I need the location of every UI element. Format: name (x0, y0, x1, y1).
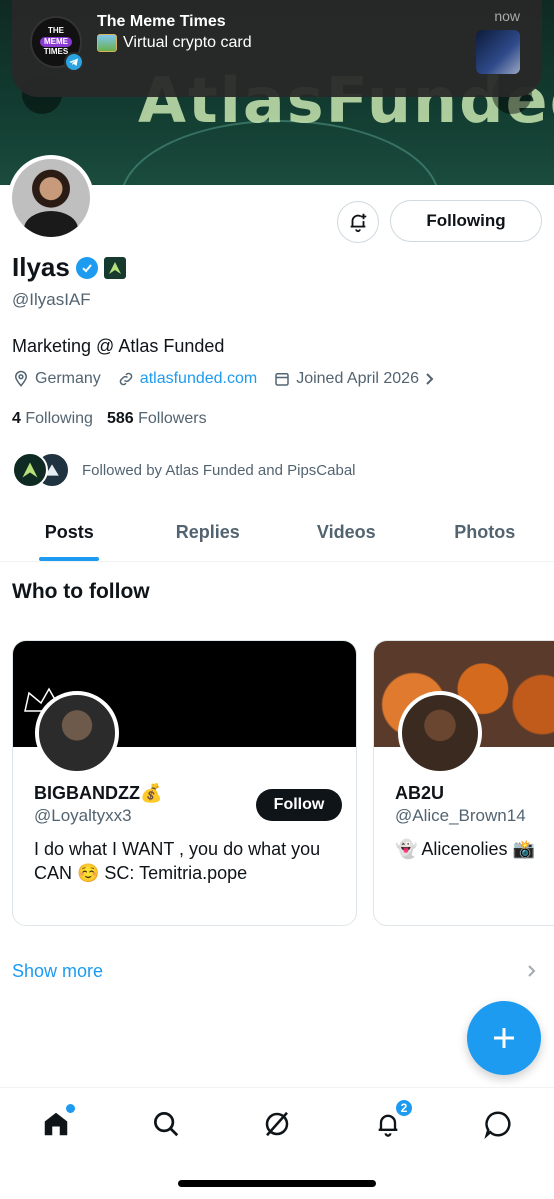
joined-item[interactable]: Joined April 2026 (273, 370, 436, 388)
home-unread-dot (66, 1104, 75, 1113)
bell-plus-icon (350, 213, 367, 233)
home-icon (44, 1112, 68, 1136)
card-bio: I do what I WANT , you do what you CAN ☺… (34, 839, 321, 883)
card-handle: @Loyaltyxx3 (34, 806, 132, 825)
location-pin-icon (14, 370, 28, 387)
notification-body: Virtual crypto card (97, 34, 252, 52)
followed-by[interactable]: Followed by Atlas Funded and PipsCabal (12, 452, 356, 488)
plus-icon (494, 1028, 514, 1048)
tab-label: Posts (44, 522, 94, 542)
grok-icon (265, 1111, 289, 1137)
profile-avatar[interactable] (8, 155, 94, 241)
message-icon (484, 1111, 511, 1139)
notifications-subscribe-button[interactable] (337, 201, 379, 243)
search-icon (154, 1112, 179, 1137)
tab-photos[interactable]: Photos (416, 508, 554, 561)
card-avatar[interactable] (398, 691, 482, 775)
nav-notifications[interactable]: 2 (370, 1098, 414, 1142)
affiliate-badge-icon[interactable] (103, 256, 126, 279)
home-indicator (178, 1180, 376, 1187)
location-item: Germany (12, 370, 101, 388)
who-to-follow-title: Who to follow (12, 580, 150, 603)
following-button[interactable]: Following (390, 200, 542, 242)
framed-picture-icon (97, 34, 117, 52)
profile-name-row: Ilyas (12, 252, 126, 283)
tab-posts[interactable]: Posts (0, 508, 139, 561)
notification-title: The Meme Times (97, 13, 226, 30)
suggested-user-card[interactable]: BIGBANDZZ💰 @Loyaltyxx3 Follow I do what … (12, 640, 357, 926)
avatar-image (12, 159, 90, 237)
nav-grok[interactable] (259, 1106, 295, 1142)
chevron-right-icon[interactable] (526, 963, 538, 984)
joined-text: Joined April 2026 (296, 370, 419, 387)
notification-body-text: Virtual crypto card (123, 34, 252, 51)
following-count[interactable]: 4 Following (12, 410, 93, 428)
link-icon (119, 372, 133, 386)
compose-button[interactable] (467, 1001, 541, 1075)
follow-button[interactable]: Follow (256, 789, 342, 821)
nav-search[interactable] (148, 1106, 184, 1142)
profile-handle: @IlyasIAF (12, 290, 91, 309)
avatar-text-line: THE (48, 25, 64, 35)
chevron-right-icon (426, 373, 434, 385)
push-notification[interactable]: THE MEME TIMES The Meme Times Virtual cr… (12, 0, 542, 97)
profile-meta: Germany atlasfunded.com Joined April 202… (12, 370, 452, 388)
profile-tabs: Posts Replies Videos Photos (0, 508, 554, 562)
follow-counts: 4 Following 586 Followers (12, 410, 207, 428)
profile-name: Ilyas (12, 252, 70, 282)
verified-badge-icon[interactable] (75, 256, 98, 279)
notification-thumbnail (476, 30, 520, 74)
calendar-icon (275, 373, 289, 386)
notification-time: now (494, 8, 520, 24)
website-item[interactable]: atlasfunded.com (117, 370, 257, 388)
tab-label: Replies (175, 522, 240, 542)
tab-replies[interactable]: Replies (139, 508, 278, 561)
followers-count[interactable]: 586 Followers (107, 410, 207, 428)
tab-label: Photos (454, 522, 516, 542)
card-name: AB2U (395, 783, 445, 803)
card-name: BIGBANDZZ💰 (34, 783, 163, 803)
nav-messages[interactable] (480, 1106, 516, 1142)
card-avatar[interactable] (35, 691, 119, 775)
tab-videos[interactable]: Videos (277, 508, 416, 561)
notifications-badge: 2 (394, 1098, 414, 1118)
telegram-icon (64, 52, 84, 72)
active-tab-indicator (39, 557, 100, 561)
location-text: Germany (35, 370, 101, 387)
suggested-user-card[interactable]: AB2U @Alice_Brown14 👻 Alicenolies 📸 (373, 640, 554, 926)
card-bio: 👻 Alicenolies 📸 (395, 839, 535, 859)
atlas-funded-avatar (12, 452, 48, 488)
profile-bio: Marketing @ Atlas Funded (12, 336, 225, 356)
nav-home[interactable] (38, 1104, 75, 1142)
tab-label: Videos (316, 522, 376, 542)
card-handle: @Alice_Brown14 (395, 806, 526, 825)
website-link[interactable]: atlasfunded.com (140, 370, 257, 388)
followed-by-text: Followed by Atlas Funded and PipsCabal (82, 461, 356, 479)
avatar-text-line: MEME (40, 36, 72, 48)
show-more-link[interactable]: Show more (12, 961, 103, 982)
